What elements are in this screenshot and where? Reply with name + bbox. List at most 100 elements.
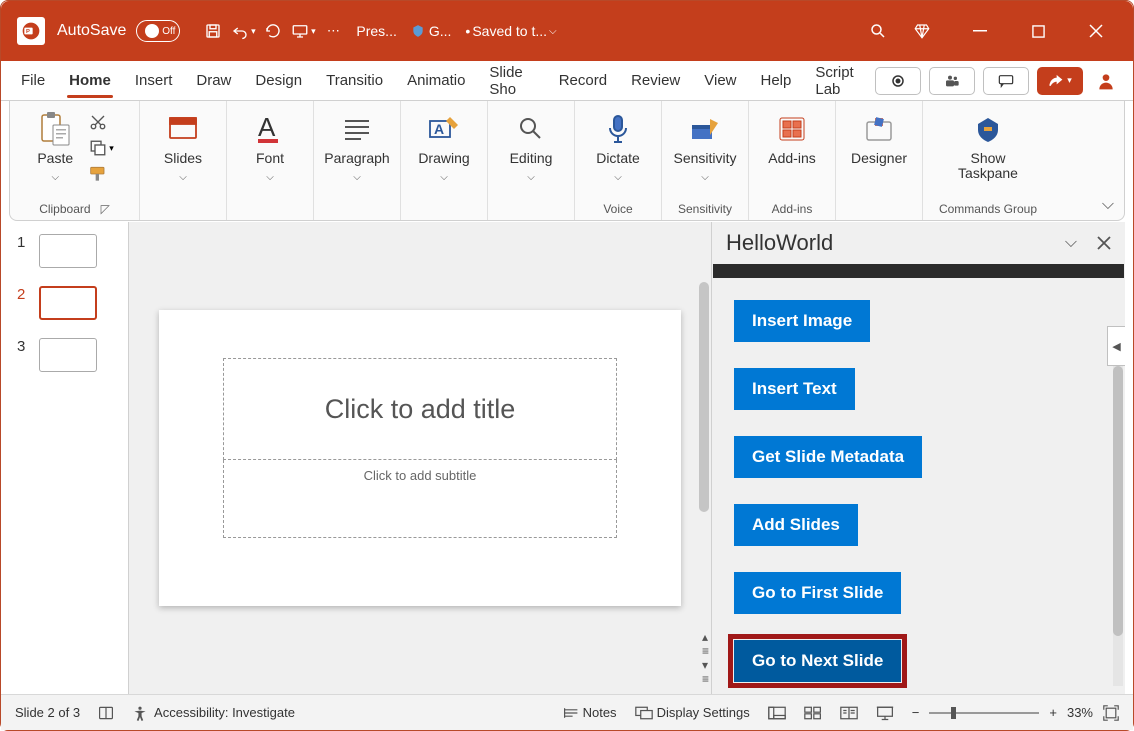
designer-button[interactable]: Designer (840, 107, 918, 166)
thumbnail-1[interactable]: 1 (17, 234, 120, 268)
slide-canvas: Click to add title Click to add subtitle… (129, 222, 711, 694)
slide-nav-arrows[interactable]: ▴≡▾≡ (702, 630, 709, 686)
tab-insert[interactable]: Insert (123, 61, 185, 100)
search-icon[interactable] (863, 11, 893, 51)
maximize-button[interactable] (1009, 11, 1067, 51)
shield-icon: G... (411, 23, 452, 39)
sorter-view-icon[interactable] (804, 706, 822, 720)
thumbnail-2[interactable]: 2 (17, 286, 120, 320)
commands-group-label: Commands Group (939, 200, 1037, 218)
fit-window-icon[interactable] (1103, 705, 1119, 721)
font-button[interactable]: AFont⌵ (231, 107, 309, 183)
autosave-toggle[interactable]: AutoSave Off (57, 20, 180, 42)
slideshow-view-icon[interactable] (876, 705, 894, 721)
editing-button[interactable]: Editing⌵ (492, 107, 570, 183)
slide[interactable]: Click to add title Click to add subtitle (159, 310, 681, 606)
tab-animations[interactable]: Animatio (395, 61, 477, 100)
tab-help[interactable]: Help (749, 61, 804, 100)
taskpane-title: HelloWorld (726, 230, 833, 256)
cut-icon[interactable] (89, 113, 114, 131)
addins-group-label: Add-ins (772, 200, 813, 218)
sensitivity-group-label: Sensitivity (678, 200, 732, 218)
scrollbar[interactable] (699, 282, 709, 512)
voice-group-label: Voice (603, 200, 632, 218)
zoom-slider[interactable] (929, 712, 1039, 714)
accessibility-status[interactable]: Accessibility: Investigate (132, 705, 295, 721)
svg-text:P: P (26, 29, 30, 35)
slide-thumbnails: 1 2 3 (9, 222, 129, 694)
taskpane-scrollbar[interactable] (1113, 366, 1123, 686)
tab-home[interactable]: Home (57, 61, 123, 100)
addins-button[interactable]: Add-ins (753, 107, 831, 166)
taskpane-close-icon[interactable] (1097, 236, 1111, 250)
add-slides-button[interactable]: Add Slides (734, 504, 858, 546)
collapse-ribbon-icon[interactable]: ⌵ (1102, 196, 1114, 214)
close-button[interactable] (1067, 11, 1125, 51)
undo-icon[interactable]: ▾ (228, 11, 258, 51)
redo-icon[interactable] (258, 11, 288, 51)
diamond-icon[interactable] (893, 11, 951, 51)
thumbnail-3[interactable]: 3 (17, 338, 120, 372)
zoom-in-icon[interactable]: + (1049, 705, 1057, 720)
svg-text:A: A (258, 114, 276, 142)
copy-icon[interactable]: ▾ (89, 139, 114, 157)
show-taskpane-button[interactable]: Show Taskpane (933, 107, 1043, 182)
dictionary-icon[interactable] (98, 705, 114, 721)
slide-indicator[interactable]: Slide 2 of 3 (15, 705, 80, 720)
tab-view[interactable]: View (692, 61, 748, 100)
tab-draw[interactable]: Draw (184, 61, 243, 100)
taskpane-header-bar (713, 264, 1124, 278)
slides-button[interactable]: Slides⌵ (144, 107, 222, 183)
teams-icon[interactable] (929, 67, 975, 95)
format-painter-icon[interactable] (89, 165, 114, 183)
sensitivity-button[interactable]: Sensitivity⌵ (666, 107, 744, 183)
minimize-button[interactable] (951, 11, 1009, 51)
tab-record[interactable]: Record (547, 61, 619, 100)
tab-design[interactable]: Design (243, 61, 314, 100)
insert-text-button[interactable]: Insert Text (734, 368, 855, 410)
file-name: Pres... (356, 23, 396, 39)
svg-text:A: A (434, 121, 444, 137)
clipboard-group-label: Clipboard (39, 202, 90, 216)
tab-scriptlab[interactable]: Script Lab (803, 61, 875, 100)
zoom-level[interactable]: 33% (1067, 705, 1093, 720)
normal-view-icon[interactable] (768, 706, 786, 720)
ribbon: Paste ⌵ ▾ Clipboard ◸ Slides⌵ AFont⌵ Para… (9, 101, 1125, 221)
zoom-out-icon[interactable]: − (912, 705, 920, 720)
get-metadata-button[interactable]: Get Slide Metadata (734, 436, 922, 478)
present-icon[interactable]: ▾ (288, 11, 318, 51)
goto-next-button[interactable]: Go to Next Slide (734, 640, 901, 682)
reading-view-icon[interactable] (840, 706, 858, 720)
saved-status: • Saved to t... ⌵ (465, 23, 556, 39)
title-bar: P AutoSave Off ▾ ▾ ⋯ Pres... G... • Save… (1, 1, 1133, 61)
account-icon[interactable] (1091, 71, 1121, 91)
app-icon: P (17, 17, 45, 45)
comments-icon[interactable] (983, 67, 1029, 95)
paste-button[interactable]: Paste ⌵ (29, 107, 81, 183)
paragraph-button[interactable]: Paragraph⌵ (318, 107, 396, 183)
share-button[interactable]: ▾ (1037, 67, 1083, 95)
tab-file[interactable]: File (9, 61, 57, 100)
tab-slideshow[interactable]: Slide Sho (477, 61, 546, 100)
status-bar: Slide 2 of 3 Accessibility: Investigate … (1, 694, 1133, 730)
autosave-state: Off (162, 26, 175, 37)
taskpane-dropdown-icon[interactable]: ⌵ (1065, 234, 1077, 252)
autosave-label: AutoSave (57, 22, 126, 40)
ribbon-tabs: File Home Insert Draw Design Transitio A… (1, 61, 1133, 101)
recording-icon[interactable] (875, 67, 921, 95)
goto-first-button[interactable]: Go to First Slide (734, 572, 901, 614)
display-settings-button[interactable]: Display Settings (635, 705, 750, 720)
qa-overflow-icon[interactable]: ⋯ (318, 11, 348, 51)
taskpane-expand-tab[interactable]: ◀ (1107, 326, 1125, 366)
save-icon[interactable] (198, 11, 228, 51)
tab-transitions[interactable]: Transitio (314, 61, 395, 100)
subtitle-placeholder[interactable]: Click to add subtitle (223, 460, 617, 538)
drawing-button[interactable]: ADrawing⌵ (405, 107, 483, 183)
taskpane: HelloWorld ⌵ Insert Image Insert Text Ge… (711, 222, 1125, 694)
launcher-icon[interactable]: ◸ (101, 202, 110, 216)
tab-review[interactable]: Review (619, 61, 692, 100)
notes-button[interactable]: Notes (563, 705, 617, 720)
title-placeholder[interactable]: Click to add title (223, 358, 617, 460)
dictate-button[interactable]: Dictate⌵ (579, 107, 657, 183)
insert-image-button[interactable]: Insert Image (734, 300, 870, 342)
